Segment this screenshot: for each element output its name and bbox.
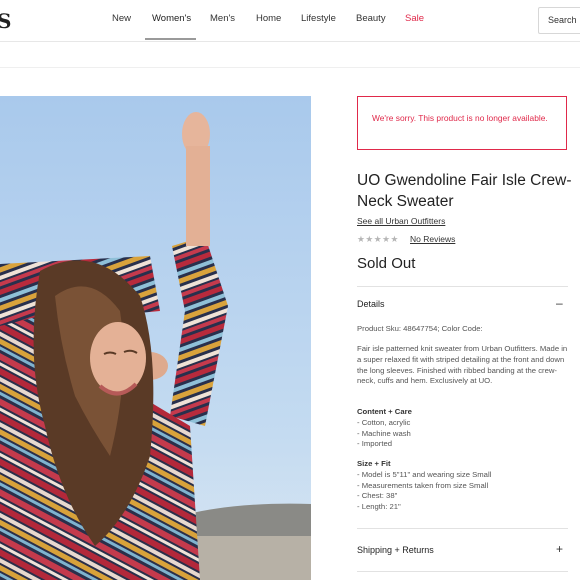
nav-item-sale[interactable]: Sale	[405, 13, 424, 24]
product-sku: Product Sku: 48647754; Color Code:	[357, 324, 483, 333]
list-item: - Cotton, acrylic	[357, 417, 411, 427]
size-fit-section: Size + Fit - Model is 5"11" and wearing …	[357, 459, 569, 513]
shipping-accordion-header[interactable]: Shipping + Returns	[357, 545, 434, 555]
no-reviews-link[interactable]: No Reviews	[410, 234, 455, 244]
nav-item-new[interactable]: New	[112, 13, 131, 24]
top-nav-bar: S New Women's Men's Home Lifestyle Beaut…	[0, 0, 580, 42]
size-fit-list: - Model is 5"11" and wearing size Small …	[357, 470, 569, 513]
nav-item-mens[interactable]: Men's	[210, 13, 235, 24]
list-item: - Model is 5"11" and wearing size Small	[357, 469, 492, 479]
site-logo[interactable]: S	[0, 9, 11, 33]
content-care-section: Content + Care - Cotton, acrylic - Machi…	[357, 407, 569, 450]
divider	[357, 571, 568, 572]
header-separator	[0, 67, 580, 68]
list-item: - Imported	[357, 439, 393, 449]
nav-item-beauty[interactable]: Beauty	[356, 13, 386, 24]
details-accordion-header[interactable]: Details	[357, 299, 385, 309]
search-input[interactable]: Search	[538, 7, 580, 34]
unavailable-alert: We're sorry. This product is no longer a…	[357, 96, 567, 150]
divider	[357, 528, 568, 529]
see-all-brand-link[interactable]: See all Urban Outfitters	[357, 216, 445, 226]
minus-icon[interactable]: –	[556, 297, 563, 309]
search-label: Search	[548, 15, 577, 25]
list-item: - Machine wash	[357, 428, 411, 438]
list-item: - Length: 21"	[357, 502, 401, 512]
product-title: UO Gwendoline Fair Isle Crew-Neck Sweate…	[357, 172, 572, 210]
size-fit-heading: Size + Fit	[357, 459, 391, 468]
list-item: - Measurements taken from size Small	[357, 480, 489, 490]
sold-out-status: Sold Out	[357, 255, 416, 272]
content-care-heading: Content + Care	[357, 407, 412, 416]
list-item: - Chest: 38"	[357, 491, 398, 501]
nav-item-lifestyle[interactable]: Lifestyle	[301, 13, 336, 24]
plus-icon[interactable]: +	[556, 543, 563, 555]
product-image[interactable]	[0, 96, 311, 580]
active-nav-indicator	[145, 38, 196, 40]
nav-item-womens[interactable]: Women's	[152, 13, 191, 24]
content-care-list: - Cotton, acrylic - Machine wash - Impor…	[357, 418, 569, 450]
alert-message: We're sorry. This product is no longer a…	[372, 113, 548, 123]
product-description: Fair isle patterned knit sweater from Ur…	[357, 344, 568, 386]
nav-item-home[interactable]: Home	[256, 13, 281, 24]
rating-stars: ★★★★★	[357, 234, 399, 244]
divider	[357, 286, 568, 287]
